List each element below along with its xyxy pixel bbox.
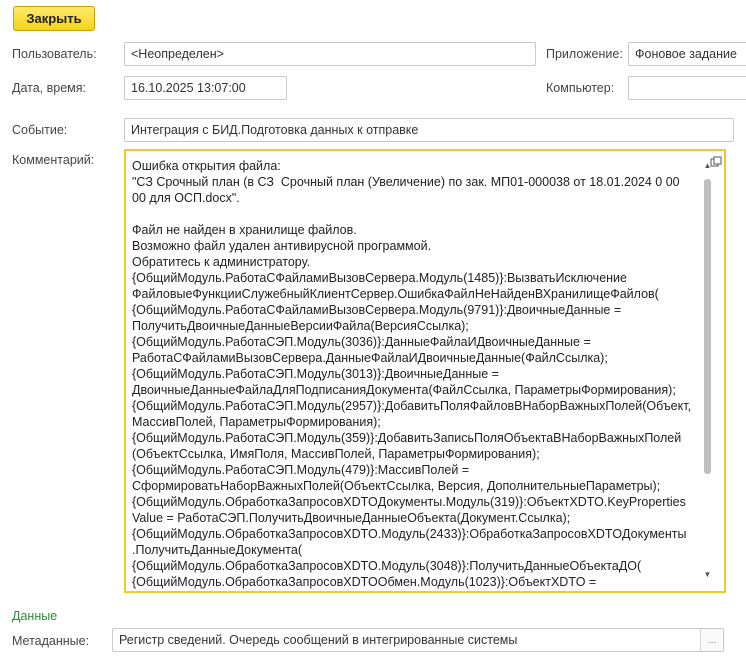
comment-line: {ОбщийМодуль.ОбработкаЗапросовXDTO.Модул… — [132, 559, 642, 573]
metadata-label: Метаданные: — [12, 634, 90, 648]
ellipsis-icon[interactable]: ... — [700, 629, 723, 651]
scroll-up-icon[interactable]: ▲ — [703, 162, 712, 170]
scroll-down-icon[interactable]: ▼ — [703, 571, 712, 579]
comment-line: Ошибка открытия файла: — [132, 159, 281, 173]
comment-text[interactable]: Ошибка открытия файла: "СЗ Срочный план (… — [132, 158, 704, 590]
comment-line: Файл не найден в хранилище файлов. — [132, 223, 357, 237]
datetime-label: Дата, время: — [12, 81, 87, 95]
event-field[interactable]: Интеграция с БИД.Подготовка данных к отп… — [124, 118, 734, 142]
event-label: Событие: — [12, 123, 68, 137]
app-field[interactable]: Фоновое задание — [628, 42, 746, 66]
comment-line: 00 для ОСП.docx". — [132, 191, 240, 205]
comment-line: {ОбщийМодуль.РаботаСФайламиВызовСервера.… — [132, 271, 627, 285]
comment-line: (ОбъектСсылка, ИмяПоля, МассивПолей, Пар… — [132, 447, 540, 461]
comment-line: ФайловыеФункцииСлужебныйКлиентСервер.Оши… — [132, 287, 659, 301]
comment-line: Обратитесь к администратору. — [132, 255, 311, 269]
metadata-field[interactable]: Регистр сведений. Очередь сообщений в ин… — [112, 628, 724, 652]
comment-line: РаботаСФайламиВызовСервера.ДанныеФайлаИД… — [132, 351, 608, 365]
datetime-field[interactable]: 16.10.2025 13:07:00 — [124, 76, 287, 100]
close-button[interactable]: Закрыть — [13, 6, 95, 31]
comment-line: ПолучитьДвоичныеДанныеВерсииФайла(Версия… — [132, 319, 469, 333]
comment-line: {ОбщийМодуль.ОбработкаЗапросовXDTOДокуме… — [132, 495, 686, 509]
comment-line — [132, 206, 704, 222]
comment-line: "СЗ Срочный план (в СЗ Срочный план (Уве… — [132, 175, 680, 189]
comment-line: ДвоичныеДанныеФайлаДляПодписанияДокумент… — [132, 383, 676, 397]
scroll-thumb[interactable] — [704, 179, 711, 474]
comment-line: {ОбщийМодуль.РаботаСФайламиВызовСервера.… — [132, 303, 622, 317]
comment-line: {ОбщийМодуль.РаботаСЭП.Модуль(479)}:Масс… — [132, 463, 470, 477]
popout-icon[interactable] — [710, 156, 724, 170]
comment-line: {ОбщийМодуль.ОбработкаЗапросовXDTO.Модул… — [132, 527, 687, 541]
metadata-value: Регистр сведений. Очередь сообщений в ин… — [119, 633, 518, 647]
comment-line: МассивПолей, ПараметрыФормирования); — [132, 415, 381, 429]
user-label: Пользователь: — [12, 47, 97, 61]
data-section-title: Данные — [12, 609, 58, 623]
comment-line: Value = РаботаСЭП.ПолучитьДвоичныеДанные… — [132, 511, 571, 525]
scrollbar[interactable]: ▲ ▼ — [703, 162, 712, 579]
app-label: Приложение: — [546, 47, 623, 61]
comment-textarea[interactable]: Ошибка открытия файла: "СЗ Срочный план (… — [124, 149, 726, 593]
comment-line: {ОбщийМодуль.РаботаСЭП.Модуль(2957)}:Доб… — [132, 399, 692, 413]
comment-line: {ОбщийМодуль.ОбработкаЗапросовXDTOОбмен.… — [132, 575, 597, 589]
computer-label: Компьютер: — [546, 81, 615, 95]
comment-line: СформироватьНаборВажныхПолей(ОбъектСсылк… — [132, 479, 661, 493]
comment-label: Комментарий: — [12, 153, 95, 167]
comment-line: {ОбщийМодуль.РаботаСЭП.Модуль(359)}:Доба… — [132, 431, 682, 445]
comment-line: {ОбщийМодуль.РаботаСЭП.Модуль(3013)}:Дво… — [132, 367, 499, 381]
user-field[interactable]: <Неопределен> — [124, 42, 536, 66]
computer-field[interactable] — [628, 76, 746, 100]
comment-line: .ПолучитьДанныеДокумента( — [132, 543, 302, 557]
comment-line: Возможно файл удален антивирусной програ… — [132, 239, 432, 253]
comment-line: {ОбщийМодуль.РаботаСЭП.Модуль(3036)}:Дан… — [132, 335, 591, 349]
